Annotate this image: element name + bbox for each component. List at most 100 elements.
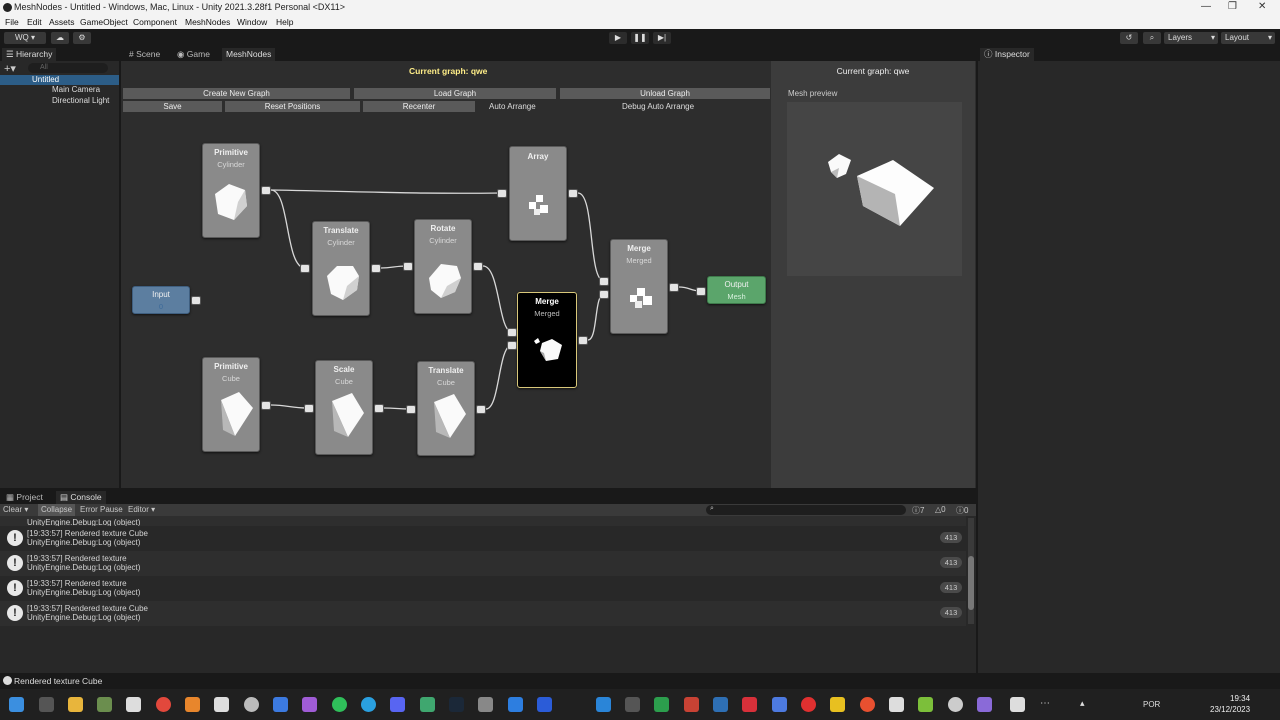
app-icon[interactable] (478, 697, 493, 712)
app-icon[interactable] (742, 697, 757, 712)
node-translate-cube[interactable]: Translate Cube (417, 361, 475, 456)
steam-icon[interactable] (449, 697, 464, 712)
file-explorer-icon[interactable] (68, 697, 83, 712)
port-in-merge2-a[interactable] (599, 277, 609, 286)
tab-inspector[interactable]: ⓘ Inspector (980, 48, 1034, 61)
unity-hub-icon[interactable] (214, 697, 229, 712)
port-out-prim2[interactable] (261, 401, 271, 410)
log-row[interactable]: ! [19:33:57] Rendered texture UnityEngin… (0, 576, 966, 601)
port-out-trans2[interactable] (476, 405, 486, 414)
console-search-input[interactable]: ⌕ (706, 505, 906, 515)
app-icon[interactable] (977, 697, 992, 712)
clock-time[interactable]: 19:34 (1230, 694, 1250, 703)
unity-editor-icon[interactable] (1010, 697, 1025, 712)
console-scrollbar-thumb[interactable] (968, 556, 974, 610)
blender-icon[interactable] (185, 697, 200, 712)
port-in-rot1[interactable] (403, 262, 413, 271)
log-row[interactable]: ! [19:33:57] Rendered texture Cube Unity… (0, 526, 966, 551)
error-count[interactable]: ⓘ0 (956, 505, 968, 516)
log-row[interactable]: ! [19:33:57] Rendered texture Cube Unity… (0, 601, 966, 626)
app-icon[interactable] (302, 697, 317, 712)
layers-dropdown[interactable]: Layers ▾ (1164, 32, 1218, 44)
telegram-icon[interactable] (361, 697, 376, 712)
pycharm-icon[interactable] (654, 697, 669, 712)
maximize-button[interactable]: ❐ (1228, 1, 1237, 12)
node-title: Array (527, 152, 549, 161)
app-icon[interactable] (508, 697, 523, 712)
app-icon[interactable] (420, 697, 435, 712)
node-merge-final[interactable]: Merge Merged (610, 239, 668, 334)
console-scrollbar[interactable] (968, 518, 974, 624)
log-row[interactable]: ! [19:33:57] Rendered texture UnityEngin… (0, 551, 966, 576)
chrome-icon[interactable] (156, 697, 171, 712)
bitwarden-icon[interactable] (537, 697, 552, 712)
status-message[interactable]: Rendered texture Cube (14, 676, 102, 686)
node-merge-selected[interactable]: Merge Merged (517, 292, 577, 388)
app-icon[interactable] (830, 697, 845, 712)
port-in-merge1-b[interactable] (507, 341, 517, 350)
port-in-trans1[interactable] (300, 264, 310, 273)
port-out-merge1[interactable] (578, 336, 588, 345)
node-array[interactable]: Array (509, 146, 567, 241)
node-output[interactable]: Output Mesh (707, 276, 766, 304)
layout-dropdown[interactable]: Layout ▾ (1221, 32, 1275, 44)
node-rotate-cylinder[interactable]: Rotate Cylinder (414, 219, 472, 314)
port-out-scale[interactable] (374, 404, 384, 413)
port-out-trans1[interactable] (371, 264, 381, 273)
collapse-toggle[interactable]: Collapse (38, 504, 76, 516)
notepad-icon[interactable] (126, 697, 141, 712)
search-icon[interactable]: ⌕ (1143, 32, 1161, 44)
more-apps-icon[interactable]: ⋯ (1040, 698, 1050, 709)
node-primitive-cube[interactable]: Primitive Cube (202, 357, 260, 452)
github-desktop-icon[interactable] (244, 697, 259, 712)
app-icon[interactable] (625, 697, 640, 712)
app-icon[interactable] (713, 697, 728, 712)
close-button[interactable]: ✕ (1258, 1, 1266, 12)
tray-chevron-icon[interactable]: ▴ (1080, 698, 1085, 709)
port-in-trans2[interactable] (406, 405, 416, 414)
port-out-merge2[interactable] (669, 283, 679, 292)
app-icon[interactable] (889, 697, 904, 712)
minimize-button[interactable]: — (1201, 1, 1211, 12)
node-primitive-cylinder[interactable]: Primitive Cylinder (202, 143, 260, 238)
port-in-output[interactable] (696, 287, 706, 296)
language-indicator[interactable]: POR (1143, 700, 1160, 709)
port-in-scale[interactable] (304, 404, 314, 413)
clock-date[interactable]: 23/12/2023 (1210, 705, 1250, 714)
mesh-preview-viewport[interactable] (787, 102, 962, 276)
edge-trans2-merge1 (485, 344, 513, 410)
log-count[interactable]: ⓘ7 (912, 505, 924, 516)
vscode-icon[interactable] (596, 697, 611, 712)
app-icon[interactable] (772, 697, 787, 712)
tab-project[interactable]: ▦ Project (2, 491, 47, 504)
filezilla-icon[interactable] (684, 697, 699, 712)
node-scale-cube[interactable]: Scale Cube (315, 360, 373, 455)
node-input[interactable]: Input 0 (132, 286, 190, 314)
warning-count[interactable]: △0 (935, 505, 946, 514)
app-icon[interactable] (948, 697, 963, 712)
clear-button[interactable]: Clear ▾ (3, 505, 28, 514)
app-icon[interactable] (918, 697, 933, 712)
app-icon[interactable] (801, 697, 816, 712)
port-out-array[interactable] (568, 189, 578, 198)
port-in-array[interactable] (497, 189, 507, 198)
node-title: Translate (323, 226, 359, 235)
port-out-rot1[interactable] (473, 262, 483, 271)
console-log-list[interactable]: UnityEngine.Debug:Log (object) ! [19:33:… (0, 516, 966, 650)
port-out-prim1[interactable] (261, 186, 271, 195)
start-icon[interactable] (9, 697, 24, 712)
app-icon[interactable] (860, 697, 875, 712)
tab-console[interactable]: ▤ Console (56, 491, 106, 504)
whatsapp-icon[interactable] (332, 697, 347, 712)
port-out-input[interactable] (191, 296, 201, 305)
editor-dropdown[interactable]: Editor ▾ (128, 505, 155, 514)
app-icon[interactable] (273, 697, 288, 712)
node-translate-cylinder[interactable]: Translate Cylinder (312, 221, 370, 316)
history-icon[interactable]: ↺ (1120, 32, 1138, 44)
port-in-merge2-b[interactable] (599, 290, 609, 299)
discord-icon[interactable] (390, 697, 405, 712)
error-pause-toggle[interactable]: Error Pause (80, 505, 123, 514)
port-in-merge1-a[interactable] (507, 328, 517, 337)
app-icon[interactable] (97, 697, 112, 712)
task-view-icon[interactable] (39, 697, 54, 712)
